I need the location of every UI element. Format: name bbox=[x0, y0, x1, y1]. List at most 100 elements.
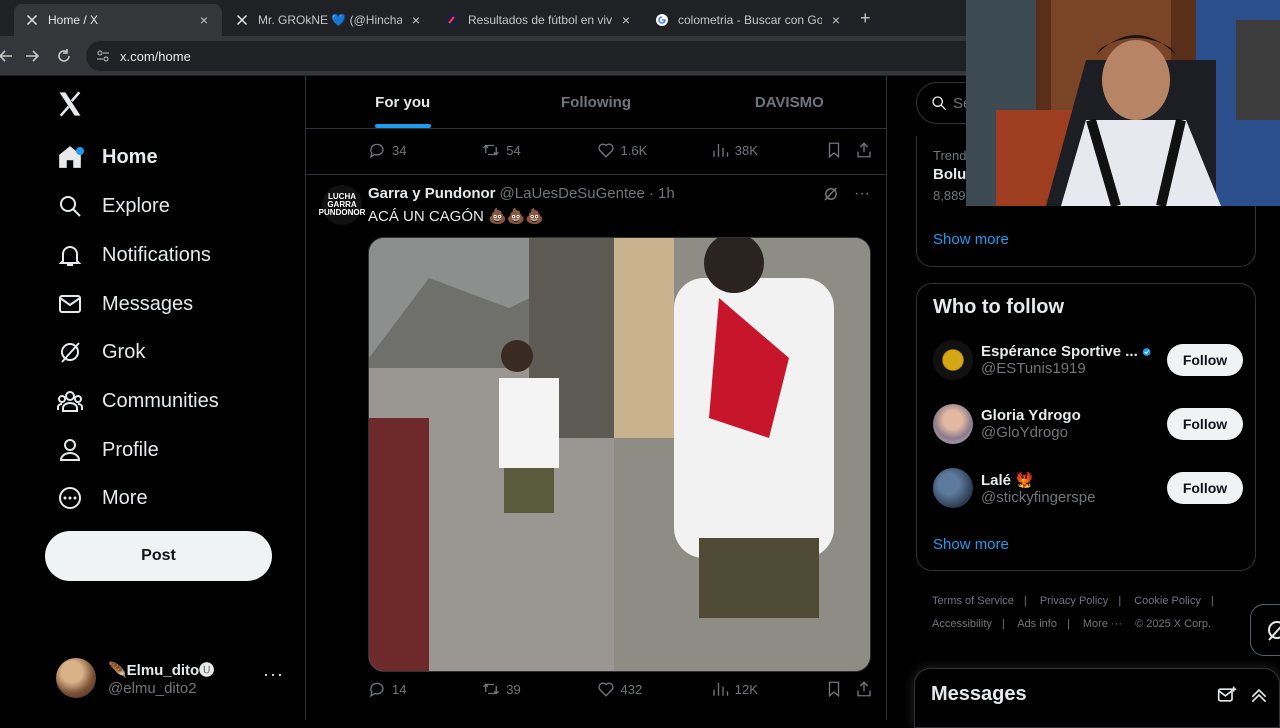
browser-tab-resultados[interactable]: Resultados de fútbol en vivo, M × bbox=[434, 4, 644, 36]
site-settings-icon[interactable] bbox=[96, 49, 110, 63]
like-count: 432 bbox=[620, 681, 643, 697]
suggestion-name: Espérance Sportive ... bbox=[981, 343, 1138, 360]
trend-name[interactable]: Bolu bbox=[933, 166, 966, 183]
nav-notifications[interactable]: Notifications bbox=[56, 235, 211, 275]
grok-icon bbox=[1268, 621, 1280, 641]
tab-davismo[interactable]: DAVISMO bbox=[693, 76, 886, 128]
follow-suggestion[interactable]: Gloria Ydrogo @GloYdrogo Follow bbox=[933, 402, 1243, 446]
grok-icon[interactable] bbox=[822, 185, 840, 203]
avatar bbox=[933, 340, 973, 380]
more-dots-icon[interactable]: ··· bbox=[263, 664, 284, 685]
repost-button[interactable]: 54 bbox=[482, 141, 596, 159]
trend-count: 8,889 bbox=[933, 188, 966, 203]
messages-drawer[interactable]: Messages bbox=[914, 668, 1280, 728]
post-button[interactable]: Post bbox=[45, 531, 272, 581]
follow-button[interactable]: Follow bbox=[1167, 408, 1243, 440]
google-icon bbox=[654, 12, 670, 28]
bell-icon bbox=[56, 241, 84, 269]
footer-separator: | bbox=[1210, 595, 1214, 607]
more-dots-icon[interactable]: ··· bbox=[854, 185, 870, 203]
nav-communities[interactable]: Communities bbox=[56, 381, 219, 421]
post-video[interactable] bbox=[368, 237, 871, 672]
post-actions: 14 39 432 12K bbox=[368, 677, 873, 701]
search-icon bbox=[932, 96, 947, 111]
search-icon bbox=[56, 192, 84, 220]
account-handle: @elmu_dito2 bbox=[108, 680, 197, 697]
tab-for-you[interactable]: For you bbox=[306, 76, 499, 128]
reply-count: 14 bbox=[392, 681, 407, 697]
close-tab-icon[interactable]: × bbox=[408, 12, 424, 28]
follow-button[interactable]: Follow bbox=[1167, 344, 1243, 376]
post-text: ACÁ UN CAGÓN 💩💩💩 bbox=[368, 208, 545, 225]
bookmark-icon[interactable] bbox=[825, 141, 843, 159]
follow-button[interactable]: Follow bbox=[1167, 472, 1243, 504]
avatar bbox=[933, 468, 973, 508]
views-button[interactable]: 12K bbox=[711, 680, 825, 698]
reply-button[interactable]: 14 bbox=[368, 680, 482, 698]
terms-link[interactable]: Terms of Service bbox=[932, 595, 1014, 607]
heart-icon bbox=[597, 682, 614, 697]
views-button[interactable]: 38K bbox=[711, 141, 825, 159]
privacy-link[interactable]: Privacy Policy bbox=[1040, 595, 1108, 607]
follow-suggestion[interactable]: Lalé 🐦‍🔥 @stickyfingerspe Follow bbox=[933, 466, 1243, 510]
tab-label: For you bbox=[375, 93, 431, 111]
repost-button[interactable]: 39 bbox=[482, 680, 596, 698]
compose-message-icon[interactable] bbox=[1217, 685, 1237, 705]
close-tab-icon[interactable]: × bbox=[618, 12, 634, 28]
reload-icon[interactable] bbox=[54, 46, 74, 66]
browser-tab-home-x[interactable]: Home / X × bbox=[14, 4, 222, 36]
repost-count: 39 bbox=[506, 681, 521, 697]
post-author-name[interactable]: Garra y Pundonor bbox=[368, 185, 496, 202]
chevron-up-icon[interactable] bbox=[1249, 685, 1269, 705]
post-author-avatar[interactable]: LUCHA GARRA PUNDONOR bbox=[319, 185, 365, 225]
suggestion-handle: @GloYdrogo bbox=[981, 424, 1068, 441]
post[interactable]: LUCHA GARRA PUNDONOR Garra y Pundonor @L… bbox=[306, 174, 886, 698]
nav-grok[interactable]: Grok bbox=[56, 332, 145, 372]
tab-label: DAVISMO bbox=[754, 93, 824, 111]
x-logo-icon bbox=[24, 12, 40, 28]
grok-float-button[interactable] bbox=[1250, 604, 1280, 656]
tab-following[interactable]: Following bbox=[499, 76, 692, 128]
forward-icon[interactable] bbox=[22, 46, 42, 66]
tab-label: Following bbox=[561, 93, 631, 111]
like-button[interactable]: 432 bbox=[597, 680, 711, 698]
nav-profile[interactable]: Profile bbox=[56, 430, 159, 470]
suggestion-handle: @ESTunis1919 bbox=[981, 360, 1086, 377]
nav-label: Grok bbox=[102, 340, 146, 363]
accessibility-link[interactable]: Accessibility bbox=[932, 618, 992, 630]
account-switcher[interactable]: 🪶Elmu_dito🅤 @elmu_dito2 ··· bbox=[56, 656, 296, 700]
nav-messages[interactable]: Messages bbox=[56, 284, 193, 324]
browser-tab-hinchagron[interactable]: Mr. GROkNE 💙 (@HinchaGron × bbox=[224, 4, 434, 36]
url-bar[interactable]: x.com/home bbox=[86, 41, 986, 71]
nav-home[interactable]: Home bbox=[56, 137, 158, 177]
nav-label: Communities bbox=[102, 389, 219, 412]
wtf-show-more-link[interactable]: Show more bbox=[933, 536, 1009, 553]
follow-suggestion[interactable]: Espérance Sportive ... @ESTunis1919 Foll… bbox=[933, 338, 1243, 382]
new-tab-button[interactable]: + bbox=[860, 8, 871, 29]
cookie-link[interactable]: Cookie Policy bbox=[1134, 595, 1201, 607]
footer-separator: | bbox=[1066, 618, 1070, 630]
suggestion-name: Lalé 🐦‍🔥 bbox=[981, 471, 1034, 489]
share-icon[interactable] bbox=[855, 680, 873, 698]
bookmark-icon[interactable] bbox=[825, 680, 843, 698]
post-time[interactable]: · 1h bbox=[649, 185, 675, 202]
nav-more[interactable]: More bbox=[56, 478, 148, 518]
like-button[interactable]: 1.6K bbox=[597, 141, 711, 159]
ads-info-link[interactable]: Ads info bbox=[1017, 618, 1057, 630]
post-author-handle[interactable]: @LaUesDeSuGentee bbox=[500, 185, 645, 202]
people-icon bbox=[56, 387, 84, 415]
back-icon[interactable] bbox=[0, 46, 16, 66]
close-tab-icon[interactable]: × bbox=[196, 12, 212, 28]
browser-tab-google[interactable]: colometria - Buscar con Google × bbox=[644, 4, 854, 36]
nav-label: Messages bbox=[102, 292, 194, 315]
footer-more-link[interactable]: More ··· bbox=[1083, 618, 1122, 630]
close-tab-icon[interactable]: × bbox=[828, 12, 844, 28]
nav-explore[interactable]: Explore bbox=[56, 186, 170, 226]
share-icon[interactable] bbox=[855, 141, 873, 159]
video-frame-image bbox=[369, 238, 870, 671]
trends-show-more-link[interactable]: Show more bbox=[933, 231, 1009, 248]
url-text: x.com/home bbox=[120, 48, 191, 64]
footer-separator: | bbox=[1118, 595, 1122, 607]
reply-button[interactable]: 34 bbox=[368, 141, 482, 159]
x-logo-icon[interactable] bbox=[56, 90, 84, 118]
